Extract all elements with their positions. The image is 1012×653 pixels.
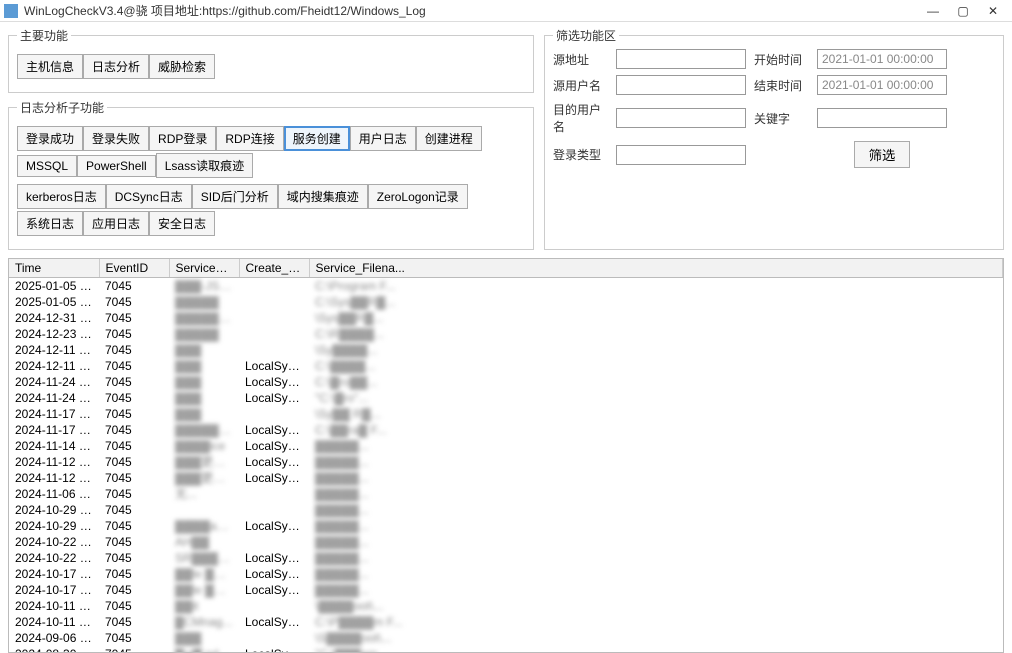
sub-btn-MSSQL[interactable]: MSSQL bbox=[17, 155, 77, 177]
label-dst-user: 目的用户名 bbox=[553, 101, 608, 135]
table-row[interactable]: 2024-12-23 20...7045▓▓▓▓▓C:\R▓▓▓▓... bbox=[9, 326, 1003, 342]
table-row[interactable]: 2024-11-24 22...7045▓▓▓LocalSystem"C:\▓r… bbox=[9, 390, 1003, 406]
log-table-wrap[interactable]: TimeEventIDService_NameCreate_Accou...Se… bbox=[8, 258, 1004, 653]
sub-btn-安全日志[interactable]: 安全日志 bbox=[149, 211, 215, 236]
input-login-type[interactable] bbox=[616, 145, 746, 165]
app-icon bbox=[4, 4, 18, 18]
sub-btn-RDP登录[interactable]: RDP登录 bbox=[149, 126, 216, 151]
table-row[interactable]: 2024-10-22 13...7045AH▓▓▓▓▓▓▓... bbox=[9, 534, 1003, 550]
table-row[interactable]: 2024-10-11 22...7045▓▓it\▓▓▓▓oot\... bbox=[9, 598, 1003, 614]
col-Service_Filena...[interactable]: Service_Filena... bbox=[309, 259, 1003, 278]
table-row[interactable]: 2024-12-11 23...7045▓▓▓\Sy▓▓▓▓... bbox=[9, 342, 1003, 358]
table-row[interactable]: 2024-10-29 22...7045▓▓▓▓▓... bbox=[9, 502, 1003, 518]
table-row[interactable]: 2024-10-17 12...7045▓▓le ▓▓e...LocalSyst… bbox=[9, 566, 1003, 582]
main-btn-日志分析[interactable]: 日志分析 bbox=[83, 54, 149, 79]
table-row[interactable]: 2024-12-11 23...7045▓▓▓LocalSystemC:\▓▓▓… bbox=[9, 358, 1003, 374]
table-row[interactable]: 2024-11-12 23...7045▓▓▓更新...LocalSystem▓… bbox=[9, 454, 1003, 470]
label-src-ip: 源地址 bbox=[553, 51, 608, 68]
sub-btn-系统日志[interactable]: 系统日志 bbox=[17, 211, 83, 236]
filter-panel: 筛选功能区 源地址 开始时间 源用户名 结束时间 目的用户名 关键字 登录类型 … bbox=[544, 27, 1004, 250]
sub-btn-用户日志[interactable]: 用户日志 bbox=[350, 126, 416, 151]
label-src-user: 源用户名 bbox=[553, 77, 608, 94]
table-row[interactable]: 2024-11-12 22...7045▓▓▓更新...LocalSystem▓… bbox=[9, 470, 1003, 486]
main-btn-主机信息[interactable]: 主机信息 bbox=[17, 54, 83, 79]
table-row[interactable]: 2024-09-06 21...7045▓▓▓\S▓▓▓▓oot\... bbox=[9, 630, 1003, 646]
main-panel-legend: 主要功能 bbox=[17, 27, 71, 44]
sub-btn-服务创建[interactable]: 服务创建 bbox=[284, 126, 350, 151]
main-btn-威胁检索[interactable]: 威胁检索 bbox=[149, 54, 215, 79]
sub-btn-RDP连接[interactable]: RDP连接 bbox=[216, 126, 283, 151]
sub-panel: 日志分析子功能 登录成功登录失败RDP登录RDP连接服务创建用户日志创建进程 MS… bbox=[8, 99, 534, 250]
col-Time[interactable]: Time bbox=[9, 259, 99, 278]
input-src-user[interactable] bbox=[616, 75, 746, 95]
main-panel: 主要功能 主机信息日志分析威胁检索 bbox=[8, 27, 534, 93]
table-row[interactable]: 2024-10-17 11...7045▓▓le ▓▓e...LocalSyst… bbox=[9, 582, 1003, 598]
table-row[interactable]: 2024-11-17 23...7045▓▓▓▓▓▓...LocalSystem… bbox=[9, 422, 1003, 438]
sub-btn-kerberos日志[interactable]: kerberos日志 bbox=[17, 184, 106, 209]
sub-btn-登录成功[interactable]: 登录成功 bbox=[17, 126, 83, 151]
input-start[interactable] bbox=[817, 49, 947, 69]
window-title: WinLogCheckV3.4@骁 项目地址:https://github.co… bbox=[24, 2, 918, 19]
maximize-button[interactable]: ▢ bbox=[948, 2, 978, 20]
col-Service_Name[interactable]: Service_Name bbox=[169, 259, 239, 278]
sub-btn-登录失败[interactable]: 登录失败 bbox=[83, 126, 149, 151]
sub-btn-PowerShell[interactable]: PowerShell bbox=[77, 155, 156, 177]
sub-btn-Lsass读取痕迹[interactable]: Lsass读取痕迹 bbox=[156, 153, 253, 178]
filter-button[interactable]: 筛选 bbox=[854, 141, 911, 168]
sub-btn-SID后门分析[interactable]: SID后门分析 bbox=[192, 184, 278, 209]
sub-btn-创建进程[interactable]: 创建进程 bbox=[416, 126, 482, 151]
sub-btn-域内搜集痕迹[interactable]: 域内搜集痕迹 bbox=[278, 184, 368, 209]
table-row[interactable]: 2024-11-17 23...7045▓▓▓\Sy▓▓ R▓... bbox=[9, 406, 1003, 422]
input-src-ip[interactable] bbox=[616, 49, 746, 69]
label-keyword: 关键字 bbox=[754, 110, 809, 127]
table-row[interactable]: 2024-10-11 22...7045▓CMnag...LocalSystem… bbox=[9, 614, 1003, 630]
table-row[interactable]: 2024-12-31 14...7045▓▓▓▓▓▓▓\Sys▓▓R▓... bbox=[9, 310, 1003, 326]
sub-panel-legend: 日志分析子功能 bbox=[17, 99, 107, 116]
col-EventID[interactable]: EventID bbox=[99, 259, 169, 278]
sub-btn-ZeroLogon记录[interactable]: ZeroLogon记录 bbox=[368, 184, 468, 209]
label-start: 开始时间 bbox=[754, 51, 809, 68]
table-row[interactable]: 2024-11-14 22...7045▓▓▓▓iceLocalSystem▓▓… bbox=[9, 438, 1003, 454]
table-row[interactable]: 2024-08-30 19...7045▓gl▓ pdat...LocalSys… bbox=[9, 646, 1003, 653]
close-button[interactable]: ✕ bbox=[978, 2, 1008, 20]
input-keyword[interactable] bbox=[817, 108, 947, 128]
minimize-button[interactable]: — bbox=[918, 2, 948, 20]
col-Create_Accou...[interactable]: Create_Accou... bbox=[239, 259, 309, 278]
table-row[interactable]: 2025-01-05 19...7045▓▓▓▓▓C:\Sys▓▓R▓... bbox=[9, 294, 1003, 310]
input-dst-user[interactable] bbox=[616, 108, 746, 128]
label-end: 结束时间 bbox=[754, 77, 809, 94]
log-table: TimeEventIDService_NameCreate_Accou...Se… bbox=[9, 259, 1003, 653]
sub-btn-应用日志[interactable]: 应用日志 bbox=[83, 211, 149, 236]
label-login-type: 登录类型 bbox=[553, 146, 608, 163]
table-row[interactable]: 2024-10-29 22...7045▓▓▓▓ag...LocalSystem… bbox=[9, 518, 1003, 534]
table-row[interactable]: 2025-01-05 20...7045▓▓▓-JSC-DR...C:\Prog… bbox=[9, 278, 1003, 295]
table-row[interactable]: 2024-11-06 21...7045无...▓▓▓▓▓... bbox=[9, 486, 1003, 502]
table-row[interactable]: 2024-11-24 22...7045▓▓▓LocalSystemC:\▓ro… bbox=[9, 374, 1003, 390]
input-end[interactable] bbox=[817, 75, 947, 95]
filter-panel-legend: 筛选功能区 bbox=[553, 27, 619, 44]
titlebar: WinLogCheckV3.4@骁 项目地址:https://github.co… bbox=[0, 0, 1012, 22]
table-row[interactable]: 2024-10-22 13...7045SR▓▓▓ag...LocalSyste… bbox=[9, 550, 1003, 566]
sub-btn-DCSync日志[interactable]: DCSync日志 bbox=[106, 184, 192, 209]
